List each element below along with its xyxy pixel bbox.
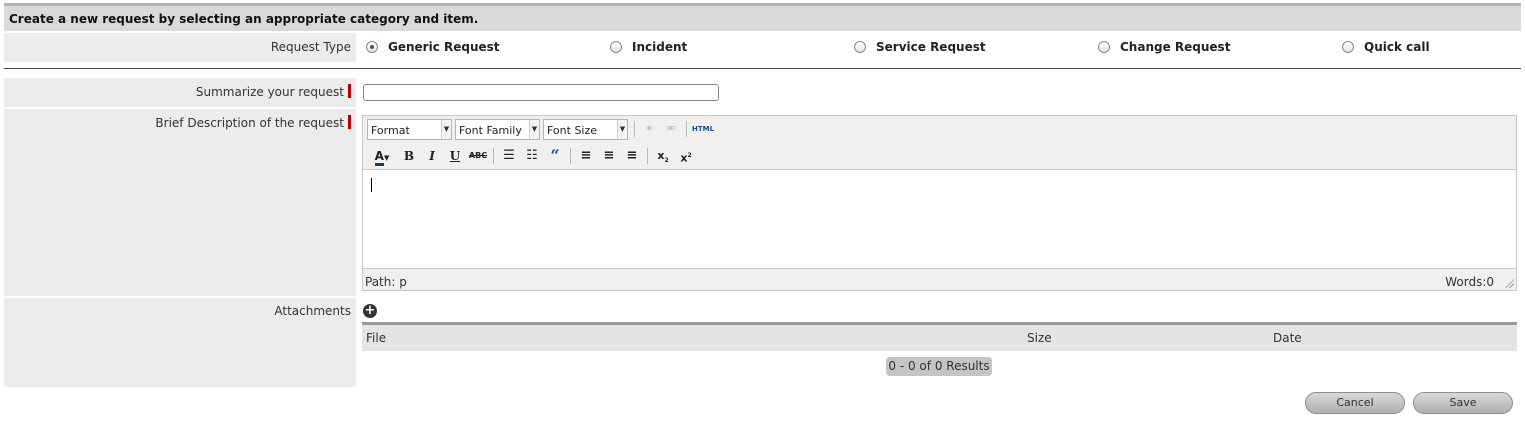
- bold-icon[interactable]: B: [399, 146, 419, 166]
- align-right-icon[interactable]: ≡: [622, 146, 642, 166]
- strikethrough-icon[interactable]: ABC: [468, 146, 488, 166]
- rich-text-editor: Format ▼ Font Family ▼ Font Size ▼ ⚭ ⚮ H…: [362, 115, 1517, 291]
- superscript-icon[interactable]: x2: [676, 146, 696, 166]
- page-header: Create a new request by selecting an app…: [4, 3, 1521, 31]
- font-family-select[interactable]: Font Family ▼: [455, 119, 540, 140]
- toolbar-separator: [570, 148, 571, 164]
- editor-content-area[interactable]: [363, 169, 1516, 269]
- format-select[interactable]: Format ▼: [367, 119, 452, 140]
- radio-button-icon[interactable]: [366, 41, 378, 53]
- radio-incident[interactable]: Incident: [610, 40, 687, 54]
- radio-button-icon[interactable]: [610, 41, 622, 53]
- save-button[interactable]: Save: [1413, 392, 1513, 414]
- bullet-list-icon[interactable]: ☰: [499, 146, 519, 166]
- font-size-select-value: Font Size: [547, 124, 598, 137]
- attachments-table-header: File Size Date: [362, 325, 1517, 351]
- column-header-size[interactable]: Size: [1027, 331, 1052, 345]
- format-select-value: Format: [371, 124, 410, 137]
- radio-service-request[interactable]: Service Request: [854, 40, 986, 54]
- required-marker: [348, 84, 351, 98]
- description-label-cell: Brief Description of the request: [4, 109, 356, 296]
- description-label: Brief Description of the request: [155, 116, 344, 130]
- cancel-button[interactable]: Cancel: [1305, 392, 1405, 414]
- align-left-icon[interactable]: ≡: [576, 146, 596, 166]
- radio-change-request[interactable]: Change Request: [1098, 40, 1230, 54]
- request-type-label: Request Type: [270, 40, 351, 54]
- link-icon[interactable]: ⚭: [639, 119, 659, 139]
- align-center-icon[interactable]: ≡: [599, 146, 619, 166]
- column-header-date[interactable]: Date: [1273, 331, 1302, 345]
- chevron-down-icon: ▼: [441, 120, 451, 139]
- radio-label: Service Request: [876, 40, 986, 54]
- radio-label: Incident: [632, 40, 688, 54]
- font-family-select-value: Font Family: [459, 124, 522, 137]
- add-attachment-icon[interactable]: +: [363, 304, 377, 318]
- chevron-down-icon: ▼: [529, 120, 539, 139]
- unlink-icon[interactable]: ⚮: [661, 119, 681, 139]
- resize-handle[interactable]: [1505, 279, 1514, 288]
- toolbar-separator: [686, 121, 687, 137]
- radio-label: Quick call: [1364, 40, 1430, 54]
- html-icon[interactable]: HTML: [690, 119, 716, 139]
- attachments-label: Attachments: [274, 304, 351, 318]
- summary-input[interactable]: [363, 84, 719, 101]
- toolbar-separator: [634, 121, 635, 137]
- attachments-label-cell: Attachments: [4, 298, 356, 387]
- blockquote-icon[interactable]: “: [545, 146, 565, 166]
- toolbar-separator: [647, 148, 648, 164]
- radio-generic-request[interactable]: Generic Request: [366, 40, 500, 54]
- summary-label: Summarize your request: [195, 85, 344, 99]
- editor-path: Path: p: [365, 275, 407, 289]
- radio-button-icon[interactable]: [1098, 41, 1110, 53]
- radio-button-icon[interactable]: [854, 41, 866, 53]
- radio-label: Change Request: [1120, 40, 1231, 54]
- font-size-select[interactable]: Font Size ▼: [543, 119, 628, 140]
- underline-icon[interactable]: U: [445, 146, 465, 166]
- html-button-label: HTML: [691, 125, 715, 133]
- italic-icon[interactable]: I: [422, 146, 442, 166]
- toolbar-separator: [493, 148, 494, 164]
- subscript-icon[interactable]: x2: [653, 146, 673, 166]
- numbered-list-icon[interactable]: ☷: [522, 146, 542, 166]
- text-caret: [371, 178, 372, 192]
- chevron-down-icon: ▼: [617, 120, 627, 139]
- radio-quick-call[interactable]: Quick call: [1342, 40, 1430, 54]
- summary-label-cell: Summarize your request: [4, 78, 356, 107]
- page-title: Create a new request by selecting an app…: [9, 12, 479, 26]
- results-count: 0 - 0 of 0 Results: [886, 357, 992, 376]
- column-header-file[interactable]: File: [366, 331, 386, 345]
- radio-label: Generic Request: [388, 40, 500, 54]
- request-type-label-cell: Request Type: [4, 33, 356, 62]
- editor-word-count: Words:0: [1445, 275, 1494, 289]
- required-marker: [348, 115, 351, 129]
- radio-button-icon[interactable]: [1342, 41, 1354, 53]
- section-divider: [4, 68, 1521, 69]
- font-color-icon[interactable]: A▼: [367, 146, 397, 166]
